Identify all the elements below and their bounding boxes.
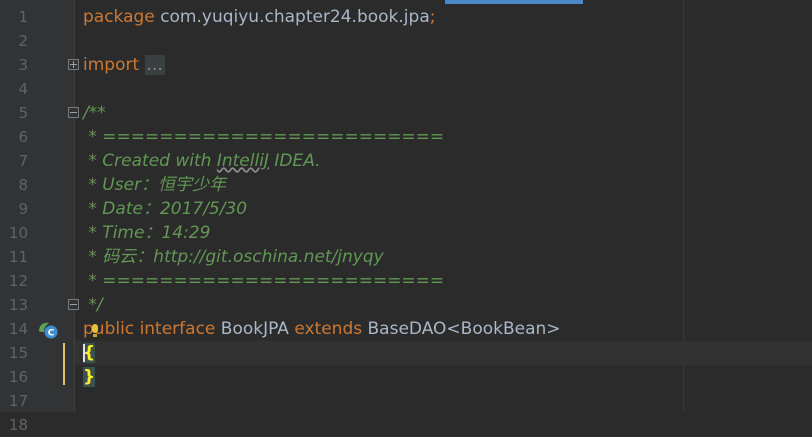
code-line-10[interactable]: * Date：2017/5/30: [83, 197, 247, 221]
intention-bulb-icon[interactable]: [92, 324, 98, 338]
code-line-6[interactable]: /**: [83, 101, 106, 125]
line-number: 2: [18, 32, 28, 50]
active-tab-indicator: [445, 0, 583, 4]
code-line-15[interactable]: public interface BookJPA extends BaseDAO…: [83, 317, 561, 341]
code-line-14[interactable]: */: [83, 293, 102, 317]
code-line-1[interactable]: package com.yuqiyu.chapter24.book.jpa;: [83, 5, 435, 29]
line-number: 6: [18, 128, 28, 146]
current-line-highlight: [75, 341, 812, 365]
code-line-9[interactable]: * User：恒宇少年: [83, 173, 226, 197]
super-type: BaseDAO<BookBean>: [367, 319, 561, 339]
keyword-import: import: [83, 55, 140, 75]
brace-scope-marker: [63, 343, 65, 385]
code-editor[interactable]: 1 2 3 4 5 6 7 8 9 10 11 12 13 14 15 16 1…: [0, 0, 812, 434]
line-number: 8: [18, 176, 28, 194]
keyword-interface: interface: [139, 319, 216, 339]
comment-suffix: IDEA.: [268, 151, 321, 171]
code-line-12[interactable]: * 码云：http://git.oschina.net/jnyqy: [83, 245, 383, 269]
line-number: 3: [18, 56, 28, 74]
line-number: 9: [18, 200, 28, 218]
fold-expand-icon[interactable]: [68, 59, 79, 70]
package-name: com.yuqiyu.chapter24.book.jpa: [160, 7, 430, 27]
line-number: 10: [8, 224, 28, 242]
line-number: 1: [18, 8, 28, 26]
semicolon: ;: [429, 7, 436, 27]
code-line-13[interactable]: * ========================: [83, 269, 444, 293]
close-brace: }: [83, 367, 96, 387]
fold-collapse-icon[interactable]: [68, 299, 79, 310]
line-number: 11: [8, 248, 28, 266]
line-number: 5: [18, 104, 28, 122]
code-line-7[interactable]: * ========================: [83, 125, 444, 149]
keyword-public: public: [83, 319, 135, 339]
line-number: 4: [18, 80, 28, 98]
interface-name: BookJPA: [220, 319, 289, 339]
line-number: 12: [8, 272, 28, 290]
folded-imports-placeholder[interactable]: ...: [144, 55, 165, 75]
fold-collapse-icon[interactable]: [68, 107, 79, 118]
typo-word: IntelliJ: [216, 151, 269, 171]
line-number: 17: [8, 392, 28, 410]
keyword-package: package: [83, 7, 155, 27]
code-line-3[interactable]: import ...: [83, 53, 165, 77]
code-line-11[interactable]: * Time：14:29: [83, 221, 210, 245]
comment-prefix: * Created with: [83, 151, 217, 171]
svg-text:C: C: [48, 329, 55, 339]
text-caret: [83, 344, 85, 362]
line-number: 15: [8, 344, 28, 362]
line-number: 14: [8, 320, 28, 338]
line-number: 7: [18, 152, 28, 170]
code-line-8[interactable]: * Created with IntelliJ IDEA.: [83, 149, 321, 173]
line-number: 18: [8, 416, 28, 434]
line-number: 16: [8, 368, 28, 386]
line-number: 13: [8, 296, 28, 314]
keyword-extends: extends: [294, 319, 363, 339]
code-line-17[interactable]: }: [83, 365, 96, 389]
implemented-interface-icon[interactable]: C: [37, 320, 59, 340]
